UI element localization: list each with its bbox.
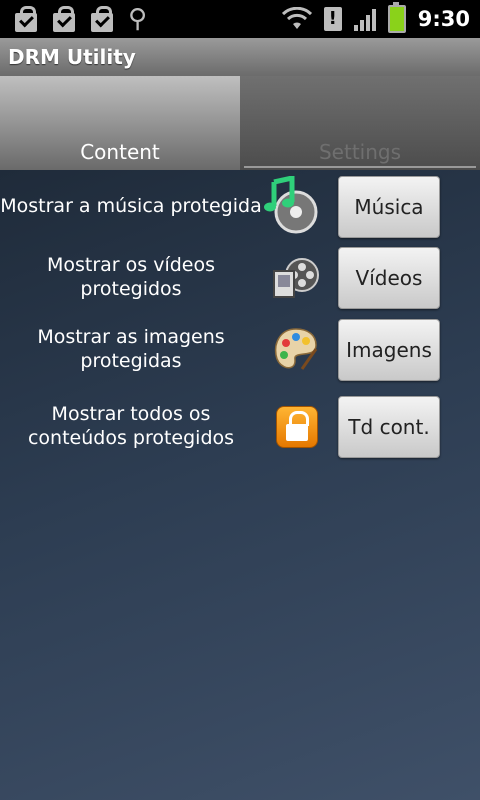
- row-description: Mostrar as imagens protegidas: [37, 326, 225, 372]
- list-item: Mostrar as imagens protegidas Imagens: [0, 317, 480, 381]
- shopping-bag-check-icon: [90, 6, 114, 32]
- wifi-icon: [281, 7, 312, 29]
- music-disc-icon: [264, 174, 320, 234]
- paint-palette-icon: [272, 325, 320, 373]
- clock: 9:30: [417, 7, 470, 31]
- videos-button[interactable]: Vídeos: [338, 247, 440, 309]
- tab-settings[interactable]: Settings: [240, 76, 480, 170]
- video-film-icon: [272, 253, 320, 301]
- lock-icon: [272, 402, 320, 450]
- tab-bar: Content Settings: [0, 76, 480, 170]
- list-item: Mostrar os vídeos protegidos Vídeos: [0, 245, 480, 309]
- content-panel: Mostrar a música protegida Música Mostra…: [0, 170, 480, 800]
- all-content-button[interactable]: Td cont.: [338, 396, 440, 458]
- app-title: DRM Utility: [8, 45, 136, 69]
- row-description: Mostrar os vídeos protegidos: [46, 254, 216, 300]
- list-item: Mostrar todos os conteúdos protegidos Td…: [0, 394, 480, 458]
- signal-icon: [353, 7, 376, 31]
- images-button[interactable]: Imagens: [338, 319, 440, 381]
- tab-settings-underline: [244, 166, 476, 168]
- row-description: Mostrar todos os conteúdos protegidos: [27, 403, 235, 449]
- tab-settings-label: Settings: [318, 140, 402, 164]
- title-bar: DRM Utility: [0, 38, 480, 77]
- shopping-bag-check-icon: [52, 6, 76, 32]
- tab-content-label: Content: [80, 140, 160, 164]
- warning-icon: !: [323, 7, 342, 31]
- tab-content[interactable]: Content: [0, 76, 240, 170]
- shopping-bag-check-icon: [14, 6, 38, 32]
- row-description: Mostrar a música protegida: [0, 195, 262, 217]
- usb-icon: ⚲: [128, 4, 148, 34]
- battery-charging-icon: [387, 2, 406, 33]
- list-item: Mostrar a música protegida Música: [0, 174, 480, 238]
- music-button[interactable]: Música: [338, 176, 440, 238]
- status-bar: ⚲ ! 9:30: [0, 0, 480, 38]
